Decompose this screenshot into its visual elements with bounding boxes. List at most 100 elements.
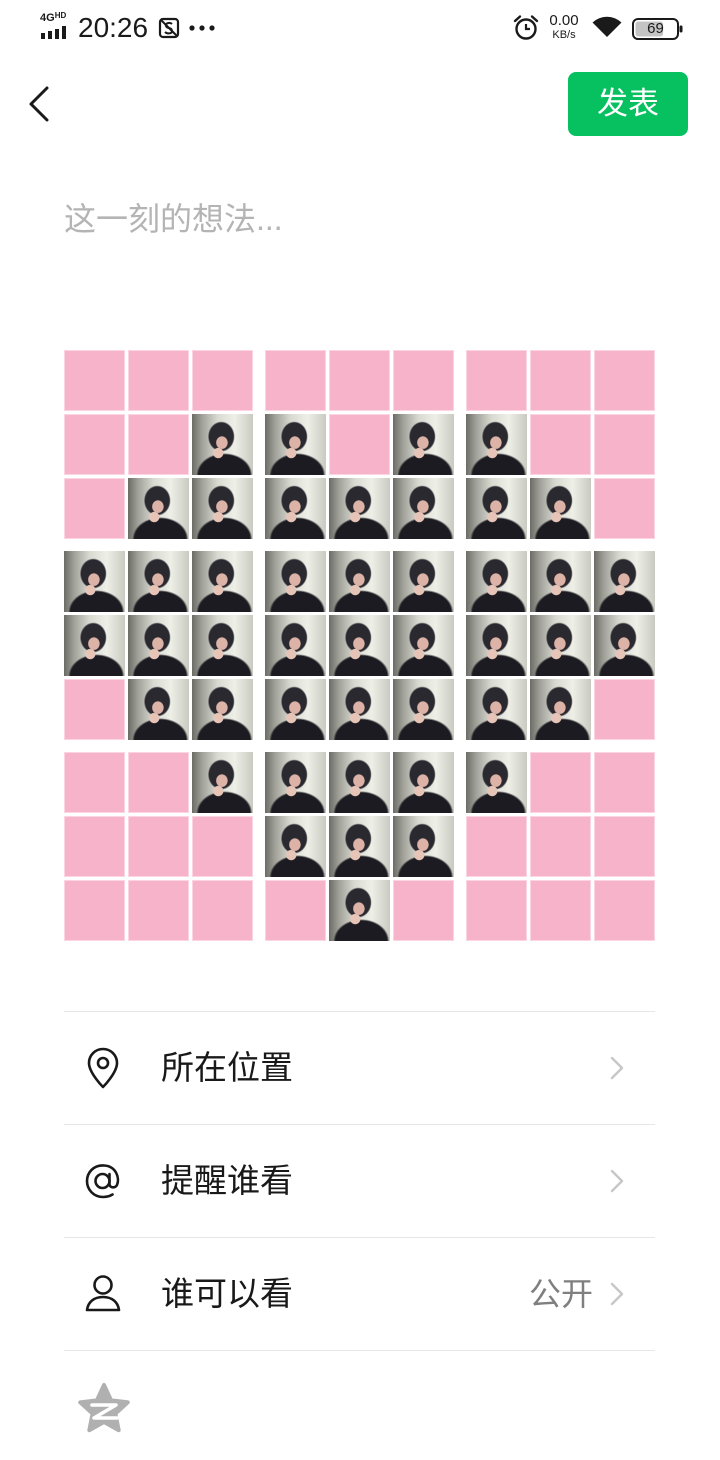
tile-pink: [530, 414, 591, 475]
wifi-icon: [592, 16, 622, 37]
tile-person-photo: [64, 615, 125, 676]
status-bar: 4GHD 20:26 0.00 KB/s 69: [0, 0, 720, 56]
more-notifications-icon: [189, 25, 215, 31]
tile-person-photo: [192, 615, 253, 676]
tile-person-photo: [265, 414, 326, 475]
tile-person-photo: [594, 615, 655, 676]
tile-person-photo: [393, 816, 454, 877]
tile-pink: [128, 752, 189, 813]
tile-person-photo: [530, 551, 591, 612]
tile-person-photo: [329, 679, 390, 740]
option-visibility[interactable]: 谁可以看 公开: [64, 1237, 655, 1351]
tile-person-photo: [128, 679, 189, 740]
qzone-icon[interactable]: [76, 1381, 132, 1435]
tile-pink: [594, 679, 655, 740]
network-badge: HD: [54, 11, 67, 20]
photo-thumbnail[interactable]: [265, 551, 454, 740]
option-location[interactable]: 所在位置: [64, 1011, 655, 1124]
tile-person-photo: [329, 478, 390, 539]
photo-thumbnail[interactable]: [64, 551, 253, 740]
tile-person-photo: [265, 551, 326, 612]
tile-pink: [594, 752, 655, 813]
tile-person-photo: [192, 414, 253, 475]
tile-person-photo: [530, 478, 591, 539]
tile-person-photo: [128, 478, 189, 539]
tile-pink: [594, 414, 655, 475]
tile-pink: [466, 816, 527, 877]
option-mention[interactable]: 提醒谁看: [64, 1124, 655, 1237]
tile-pink: [594, 816, 655, 877]
tile-pink: [128, 414, 189, 475]
tile-pink: [466, 880, 527, 941]
photo-thumbnail[interactable]: [265, 350, 454, 539]
photo-thumbnail[interactable]: [466, 551, 655, 740]
tile-pink: [64, 880, 125, 941]
tile-pink: [265, 350, 326, 411]
tile-pink: [594, 880, 655, 941]
tile-person-photo: [594, 551, 655, 612]
tile-pink: [594, 350, 655, 411]
tile-person-photo: [64, 551, 125, 612]
tile-person-photo: [329, 816, 390, 877]
tile-person-photo: [192, 478, 253, 539]
tile-person-photo: [466, 551, 527, 612]
tile-person-photo: [265, 478, 326, 539]
tile-person-photo: [393, 679, 454, 740]
option-visibility-label: 谁可以看: [161, 1275, 293, 1312]
tile-person-photo: [393, 478, 454, 539]
tile-person-photo: [393, 551, 454, 612]
tile-person-photo: [192, 679, 253, 740]
tile-pink: [594, 478, 655, 539]
tile-person-photo: [393, 414, 454, 475]
tile-person-photo: [192, 551, 253, 612]
tile-pink: [530, 880, 591, 941]
option-mention-label: 提醒谁看: [161, 1162, 293, 1199]
tile-pink: [192, 880, 253, 941]
chevron-right-icon: [610, 1282, 624, 1306]
tile-pink: [393, 350, 454, 411]
tile-person-photo: [466, 478, 527, 539]
tile-person-photo: [466, 679, 527, 740]
publish-button[interactable]: 发表: [568, 72, 688, 136]
tile-pink: [64, 414, 125, 475]
signal-icon: [41, 26, 66, 39]
tile-pink: [64, 816, 125, 877]
network-speed-value: 0.00: [549, 12, 579, 29]
network-type: 4GHD: [40, 11, 67, 25]
tile-pink: [466, 350, 527, 411]
photo-thumbnail[interactable]: [265, 752, 454, 941]
tile-pink: [64, 350, 125, 411]
alarm-icon: [513, 15, 539, 40]
tile-pink: [530, 350, 591, 411]
photo-grid: [64, 350, 655, 941]
tile-person-photo: [466, 752, 527, 813]
tile-pink: [393, 880, 454, 941]
tile-person-photo: [393, 752, 454, 813]
tile-pink: [329, 414, 390, 475]
tile-pink: [128, 816, 189, 877]
tile-person-photo: [265, 615, 326, 676]
location-pin-icon: [87, 1047, 119, 1089]
photo-thumbnail[interactable]: [466, 752, 655, 941]
photo-thumbnail[interactable]: [64, 752, 253, 941]
battery-level: 69: [647, 20, 664, 37]
tile-person-photo: [530, 679, 591, 740]
tile-pink: [329, 350, 390, 411]
post-text-input[interactable]: [64, 196, 655, 306]
tile-pink: [192, 816, 253, 877]
back-button[interactable]: [26, 84, 54, 124]
tile-pink: [530, 816, 591, 877]
tile-person-photo: [265, 816, 326, 877]
tile-pink: [192, 350, 253, 411]
tile-person-photo: [329, 615, 390, 676]
photo-thumbnail[interactable]: [466, 350, 655, 539]
tile-pink: [64, 679, 125, 740]
photo-thumbnail[interactable]: [64, 350, 253, 539]
tile-person-photo: [466, 615, 527, 676]
tile-pink: [64, 478, 125, 539]
option-visibility-value: 公开: [528, 1276, 593, 1312]
chevron-left-icon: [29, 86, 49, 122]
at-sign-icon: [85, 1164, 120, 1199]
option-location-label: 所在位置: [161, 1049, 293, 1086]
chevron-right-icon: [610, 1169, 624, 1193]
